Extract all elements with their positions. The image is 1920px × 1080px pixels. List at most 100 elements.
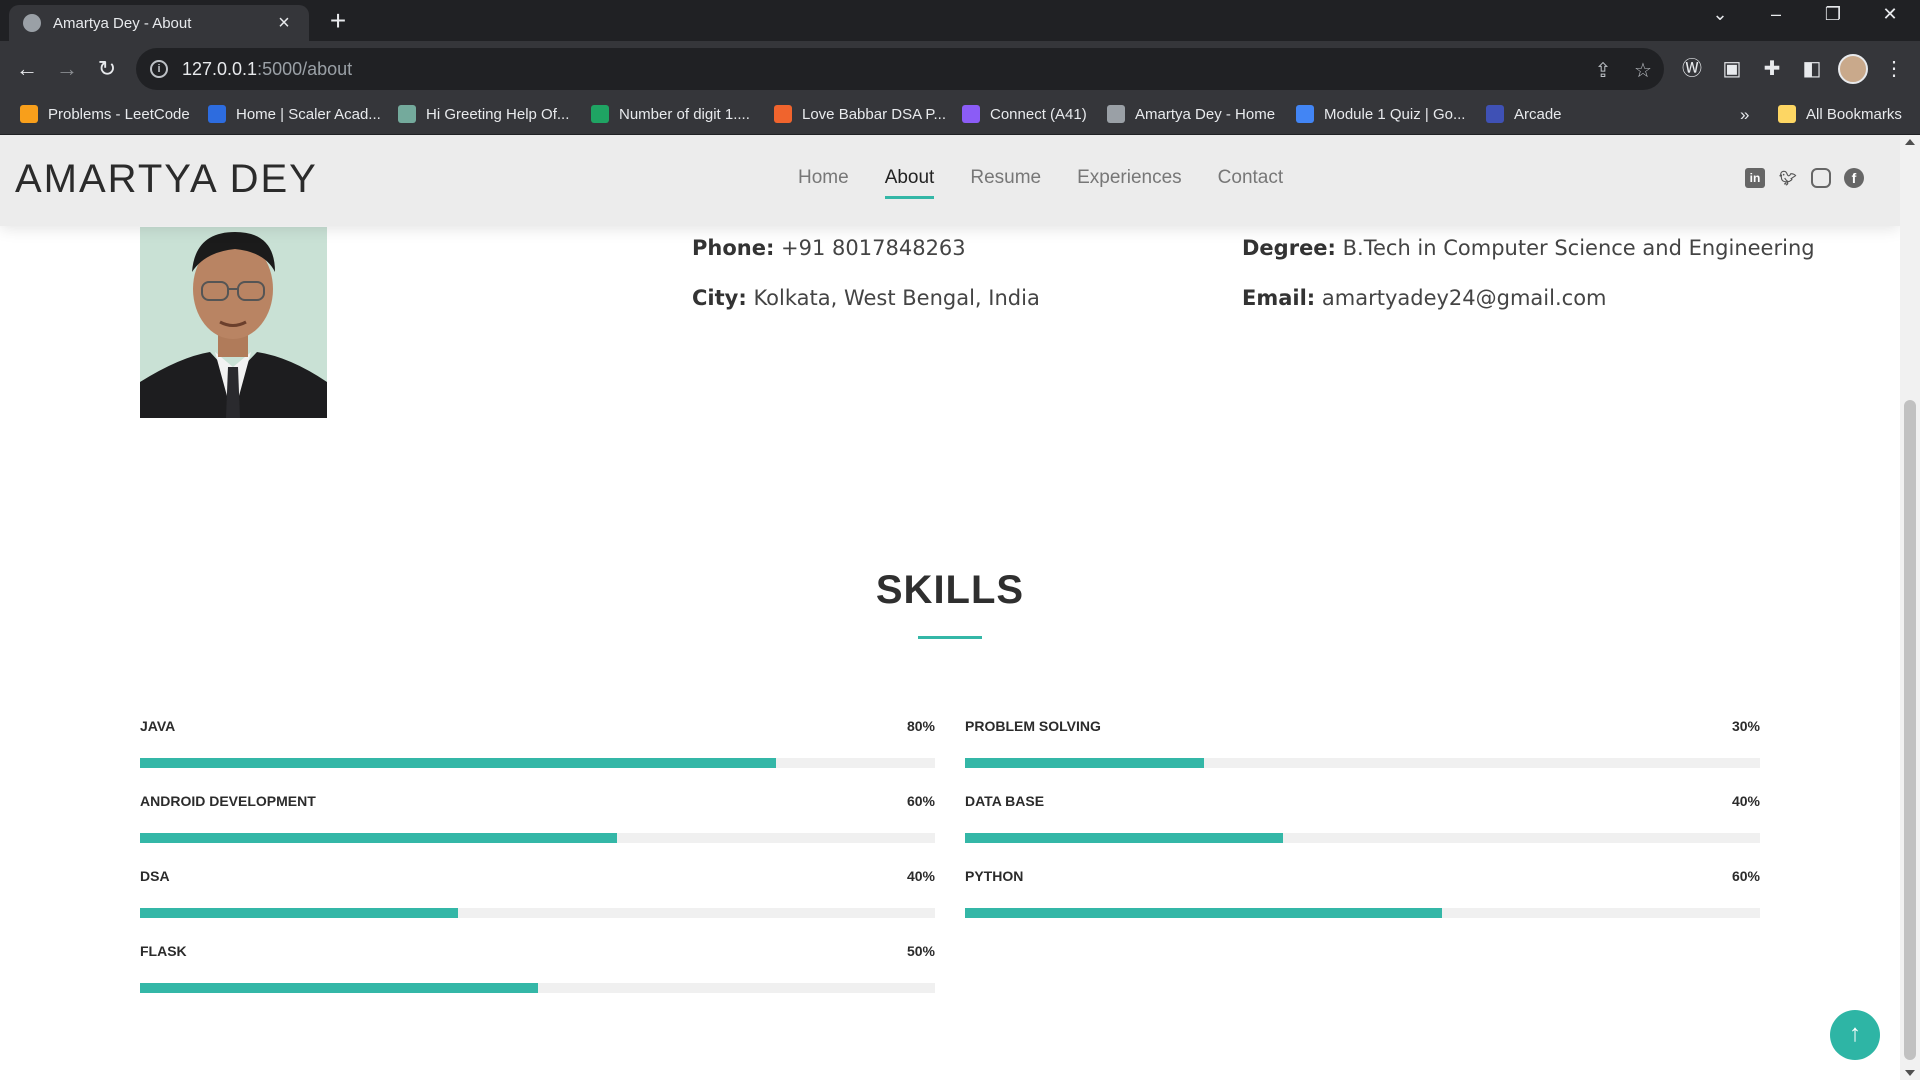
bookmark-label: Arcade <box>1514 105 1562 123</box>
skill-name: DATA BASE <box>965 793 1045 809</box>
bookmark-label: Love Babbar DSA P... <box>802 105 946 123</box>
minimize-button[interactable]: – <box>1756 4 1796 25</box>
skill-percent: 80% <box>906 718 935 734</box>
url-host: 127.0.0.1 <box>182 58 258 79</box>
bookmark-star-icon[interactable]: ☆ <box>1631 58 1655 83</box>
share-icon[interactable]: ⇪ <box>1591 58 1615 83</box>
bookmark-label: Connect (A41) <box>990 105 1087 123</box>
city-value: Kolkata, West Bengal, India <box>753 286 1040 310</box>
tab-search-icon[interactable]: ⌄ <box>1700 4 1740 25</box>
restore-button[interactable]: ❐ <box>1813 4 1853 25</box>
skill-percent: 40% <box>1731 793 1760 809</box>
site-logo[interactable]: AMARTYA DEY <box>15 157 318 202</box>
extension-contact-icon[interactable]: ▣ <box>1716 53 1748 85</box>
bookmark-item[interactable]: Hi Greeting Help Of... <box>398 105 569 123</box>
skill-name: PYTHON <box>965 868 1024 884</box>
address-bar[interactable]: i 127.0.0.1:5000/about ⇪ ☆ <box>136 48 1664 90</box>
bookmark-item[interactable]: Problems - LeetCode <box>20 105 190 123</box>
menu-kebab-icon[interactable]: ⋮ <box>1878 53 1910 85</box>
nav-experiences[interactable]: Experiences <box>1077 167 1182 195</box>
skill-data-base: DATA BASE 40% <box>965 793 1760 843</box>
bookmark-item[interactable]: Connect (A41) <box>962 105 1087 123</box>
scroll-down-arrow-icon[interactable] <box>1905 1070 1915 1076</box>
skill-percent: 60% <box>1731 868 1760 884</box>
side-panel-icon[interactable]: ◧ <box>1796 53 1828 85</box>
url-path: :5000/about <box>257 58 353 79</box>
degree-field: Degree: B.Tech in Computer Science and E… <box>1242 236 1815 260</box>
tab-title: Amartya Dey - About <box>53 14 192 32</box>
skill-problem-solving: PROBLEM SOLVING 30% <box>965 718 1760 768</box>
bookmark-item[interactable]: Home | Scaler Acad... <box>208 105 381 123</box>
linkedin-icon[interactable]: in <box>1745 168 1765 188</box>
connect-icon <box>962 105 980 123</box>
scrollbar-thumb[interactable] <box>1904 400 1916 1060</box>
facebook-icon[interactable]: f <box>1844 168 1864 188</box>
skills-title: SKILLS <box>875 568 1025 612</box>
instagram-icon[interactable] <box>1811 168 1831 188</box>
close-window-button[interactable]: ✕ <box>1870 4 1910 25</box>
bookmark-item[interactable]: Module 1 Quiz | Go... <box>1296 105 1465 123</box>
skills-title-underline <box>918 636 982 639</box>
nav-home[interactable]: Home <box>798 167 849 195</box>
skill-progress-track <box>140 833 935 843</box>
skill-dsa: DSA 40% <box>140 868 935 918</box>
city-label: City: <box>692 286 747 310</box>
nav-about[interactable]: About <box>884 167 934 199</box>
google-cloud-icon <box>1296 105 1314 123</box>
bookmark-label: Module 1 Quiz | Go... <box>1324 105 1466 123</box>
globe-icon <box>23 14 41 32</box>
codehelp-icon <box>774 105 792 123</box>
city-field: City: Kolkata, West Bengal, India <box>692 286 1040 310</box>
email-field: Email: amartyadey24@gmail.com <box>1242 286 1607 310</box>
bookmark-item[interactable]: Love Babbar DSA P... <box>774 105 946 123</box>
new-tab-button[interactable]: + <box>324 7 352 35</box>
bookmark-item[interactable]: Amartya Dey - Home <box>1107 105 1275 123</box>
all-bookmarks-button[interactable]: All Bookmarks <box>1778 105 1902 123</box>
forward-button[interactable]: → <box>51 53 83 85</box>
twitter-icon[interactable]: 🐦︎ <box>1778 168 1798 188</box>
skill-name: JAVA <box>140 718 176 734</box>
phone-label: Phone: <box>692 236 775 260</box>
bookmark-label: Number of digit 1.... <box>619 105 750 123</box>
skill-python: PYTHON 60% <box>965 868 1760 918</box>
site-info-icon[interactable]: i <box>150 60 168 78</box>
bookmark-label: Hi Greeting Help Of... <box>426 105 570 123</box>
reload-button[interactable]: ↻ <box>91 53 123 85</box>
close-tab-icon[interactable]: × <box>273 12 295 35</box>
nav-contact[interactable]: Contact <box>1218 167 1283 195</box>
chatgpt-icon <box>398 105 416 123</box>
skill-percent: 30% <box>1731 718 1760 734</box>
bookmarks-bar: Problems - LeetCode Home | Scaler Acad..… <box>0 97 1920 135</box>
skill-progress-track <box>140 908 935 918</box>
skill-name: ANDROID DEVELOPMENT <box>140 793 316 809</box>
profile-avatar[interactable] <box>1838 54 1868 84</box>
profile-photo-image <box>140 227 327 418</box>
skill-progress-fill <box>965 758 1204 768</box>
phone-value: +91 8017848263 <box>781 236 966 260</box>
browser-toolbar: ← → ↻ i 127.0.0.1:5000/about ⇪ ☆ Ⓦ ▣ ✚ ◧… <box>0 41 1920 97</box>
skill-flask: FLASK 50% <box>140 943 935 993</box>
bookmark-item[interactable]: Number of digit 1.... <box>591 105 750 123</box>
extension-w-icon[interactable]: Ⓦ <box>1676 53 1708 85</box>
skill-percent: 40% <box>906 868 935 884</box>
globe-icon <box>1107 105 1125 123</box>
bookmarks-overflow-button[interactable]: » <box>1740 105 1749 125</box>
back-button[interactable]: ← <box>11 53 43 85</box>
site-nav: Home About Resume Experiences Contact <box>798 135 1319 226</box>
drive-icon <box>591 105 609 123</box>
all-bookmarks-label: All Bookmarks <box>1806 105 1902 123</box>
skill-progress-fill <box>140 833 617 843</box>
email-label: Email: <box>1242 286 1316 310</box>
extensions-puzzle-icon[interactable]: ✚ <box>1756 53 1788 85</box>
back-to-top-button[interactable]: ↑ <box>1830 1010 1880 1060</box>
scaler-icon <box>208 105 226 123</box>
social-links: in 🐦︎ f <box>1745 168 1877 188</box>
degree-label: Degree: <box>1242 236 1336 260</box>
profile-photo <box>140 227 327 418</box>
browser-tab-active[interactable]: Amartya Dey - About × <box>9 5 309 41</box>
page-scrollbar[interactable] <box>1900 135 1920 1080</box>
nav-resume[interactable]: Resume <box>970 167 1041 195</box>
scroll-up-arrow-icon[interactable] <box>1905 139 1915 145</box>
bookmark-item[interactable]: Arcade <box>1486 105 1562 123</box>
browser-tabstrip: Amartya Dey - About × + ⌄ – ❐ ✕ <box>0 0 1920 41</box>
